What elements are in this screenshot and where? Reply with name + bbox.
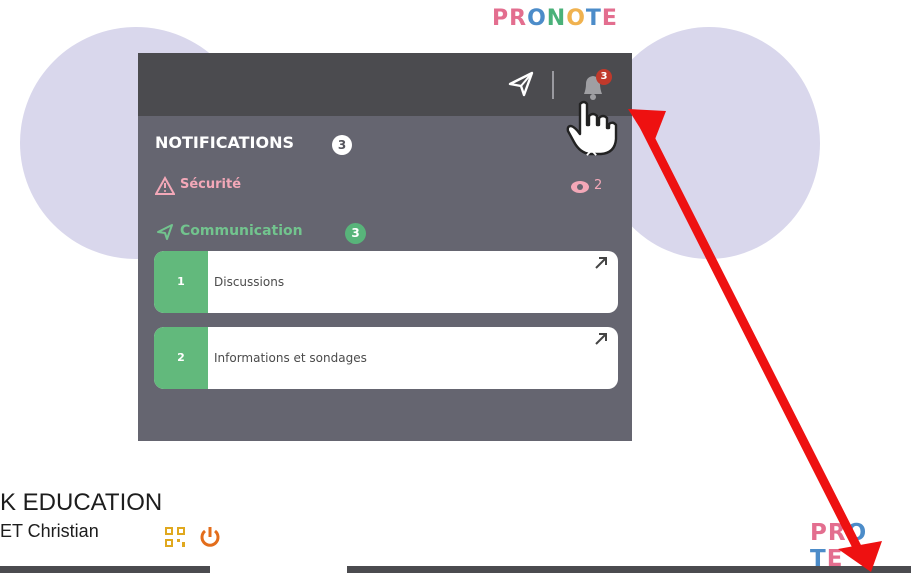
communication-count-badge: 3: [345, 223, 366, 244]
notifications-count-badge: 3: [332, 135, 352, 155]
paper-plane-icon: [157, 224, 173, 240]
bottom-navigation-bar: [347, 566, 911, 573]
pronote-logo-bottom: PROTE: [810, 520, 911, 572]
notifications-title: NOTIFICATIONS: [155, 133, 295, 152]
paper-plane-icon[interactable]: [506, 69, 536, 99]
security-view-count: 2: [594, 178, 603, 193]
logo-letter: O: [846, 520, 868, 546]
pronote-logo-top: PRONOTE: [492, 6, 618, 31]
communication-label[interactable]: Communication: [180, 223, 303, 239]
close-icon[interactable]: ✕: [584, 141, 599, 162]
header-bar: [138, 53, 632, 116]
eye-icon: [571, 181, 589, 193]
logo-letter: R: [827, 520, 847, 546]
external-link-arrow-icon[interactable]: [594, 256, 608, 270]
card-count: 2: [154, 327, 208, 389]
power-icon[interactable]: [198, 525, 222, 549]
notifications-panel: 3 NOTIFICATIONS 3 ✕ Sécurité 2 Communica…: [138, 53, 632, 441]
card-label: Informations et sondages: [214, 351, 367, 365]
notification-badge: 3: [596, 69, 612, 85]
logo-letter: P: [492, 6, 510, 31]
logo-letter: E: [601, 6, 618, 31]
notification-card-informations[interactable]: 2 Informations et sondages: [154, 327, 618, 389]
logo-letter: O: [527, 6, 547, 31]
logo-letter: N: [546, 6, 567, 31]
toolbar-separator: [552, 71, 554, 99]
notification-card-discussions[interactable]: 1 Discussions: [154, 251, 618, 313]
qr-code-icon[interactable]: [164, 526, 186, 548]
left-navigation-bar: [0, 566, 210, 573]
school-name: K EDUCATION: [0, 489, 163, 516]
external-link-arrow-icon[interactable]: [594, 332, 608, 346]
card-label: Discussions: [214, 275, 285, 289]
warning-triangle-icon: [155, 176, 175, 195]
logo-letter: O: [566, 6, 586, 31]
user-name: ET Christian: [0, 521, 99, 541]
security-label[interactable]: Sécurité: [180, 177, 241, 192]
logo-letter: R: [509, 6, 528, 31]
logo-letter: T: [585, 6, 602, 31]
logo-letter: P: [810, 520, 828, 546]
card-count: 1: [154, 251, 208, 313]
